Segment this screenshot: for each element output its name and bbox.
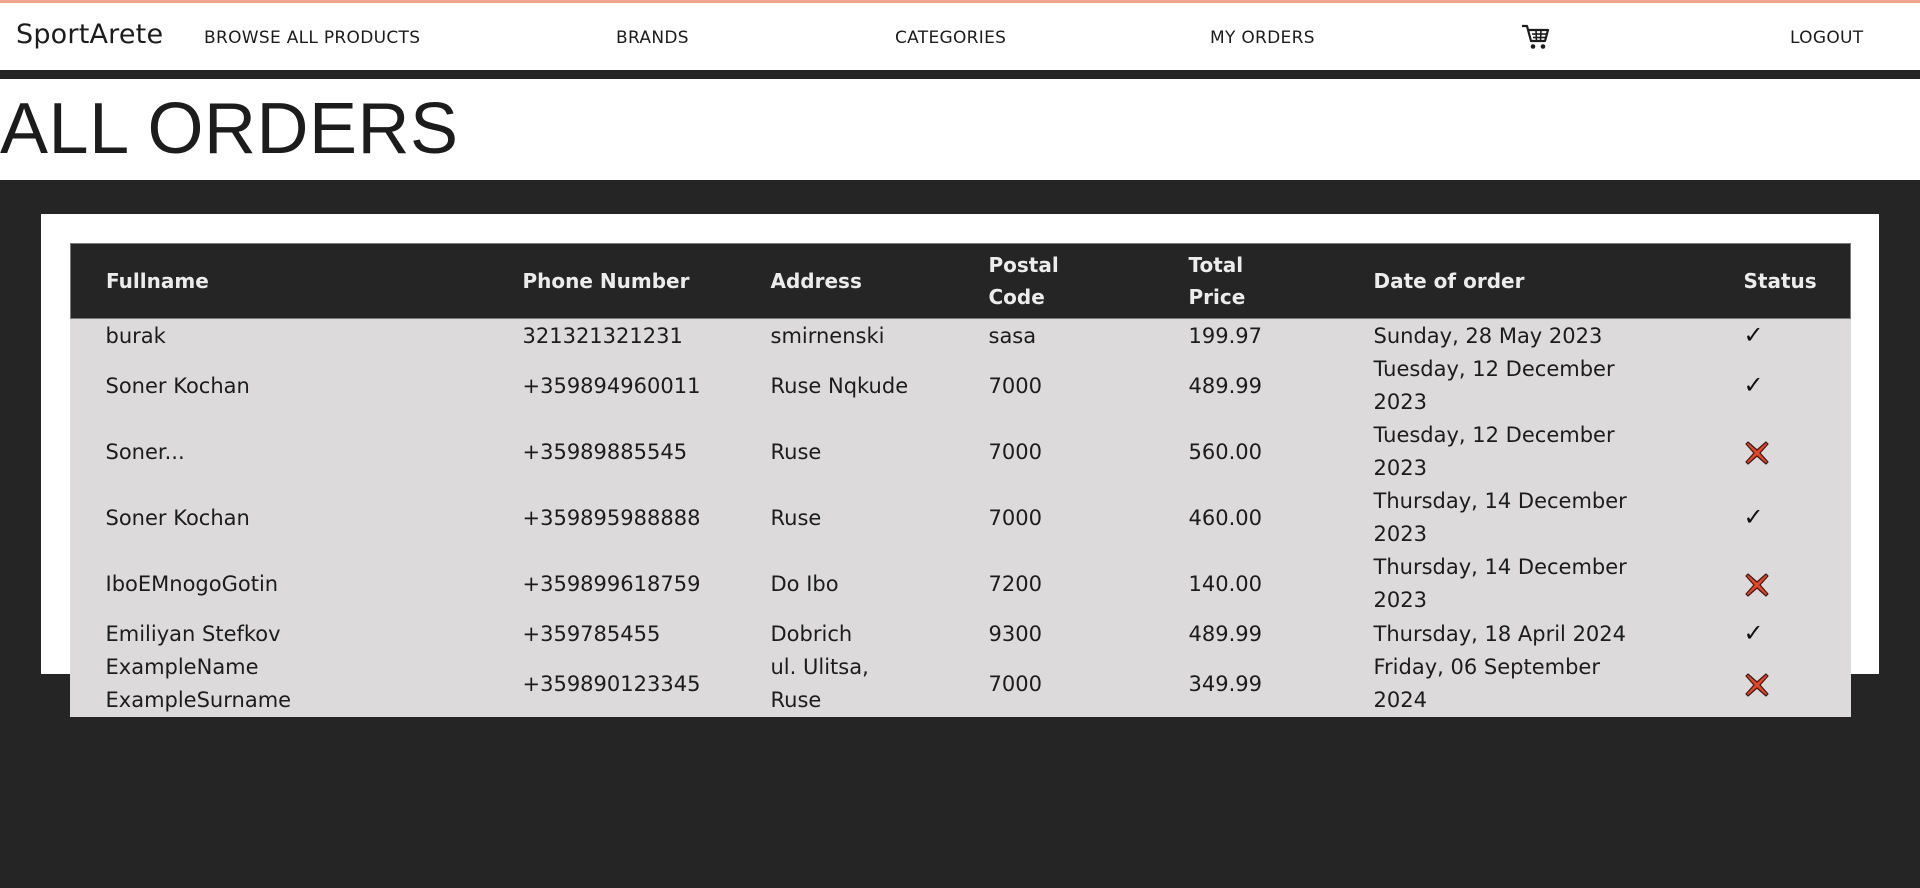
cell-fullname: burak	[105, 323, 166, 348]
cell-phone-number: +359895988888	[522, 505, 701, 530]
table-row: Soner Kochan +359895988888 Ruse 7000 460.00 T…	[71, 485, 1851, 551]
header-phone-number: Phone Number	[522, 269, 690, 293]
cell-postal-code: 7000	[988, 373, 1042, 398]
cell-fullname: Emiliyan Stefkov	[105, 621, 281, 646]
cell-fullname: Soner...	[105, 439, 185, 464]
orders-table: Fullname Phone Number Address Postal Cod…	[70, 243, 1851, 717]
cell-status: ✓	[1709, 353, 1851, 419]
cell-postal-code: 7000	[988, 439, 1042, 464]
cell-status	[1709, 551, 1851, 617]
cell-address: Ruse Nqkude	[770, 373, 909, 398]
cell-fullname: Soner Kochan	[105, 373, 250, 398]
cell-total-price: 349.99	[1188, 671, 1262, 696]
checkmark-icon: ✓	[1743, 371, 1764, 399]
red-x-icon	[1744, 572, 1770, 598]
cell-phone-number: +35989885545	[522, 439, 688, 464]
table-row: burak 321321321231 smirnenski sasa 199.97 Sun…	[71, 319, 1851, 354]
nav-my-orders[interactable]: MY ORDERS	[1210, 28, 1315, 48]
shopping-cart-icon[interactable]	[1521, 23, 1551, 51]
cell-date-of-order: Thursday, 14 December 2023	[1373, 555, 1627, 612]
header-fullname: Fullname	[106, 269, 209, 293]
cell-date-of-order: Tuesday, 12 December 2023	[1373, 357, 1615, 414]
cell-postal-code: 9300	[988, 621, 1042, 646]
checkmark-icon: ✓	[1743, 321, 1764, 349]
cell-phone-number: +359894960011	[522, 373, 701, 398]
cell-address: Ruse	[770, 439, 822, 464]
cell-address: ul. Ulitsa, Ruse	[770, 655, 869, 712]
table-row: ExampleName ExampleSurname +359890123345 u…	[71, 651, 1851, 717]
cell-date-of-order: Thursday, 18 April 2024	[1373, 621, 1627, 646]
cell-postal-code: sasa	[988, 323, 1037, 348]
table-row: Soner Kochan +359894960011 Ruse Nqkude 7000…	[71, 353, 1851, 419]
nav-browse-all-products[interactable]: BROWSE ALL PRODUCTS	[204, 28, 420, 48]
cell-phone-number: +359890123345	[522, 671, 701, 696]
table-row: IboEMnogoGotin +359899618759 Do Ibo 7200 140…	[71, 551, 1851, 617]
checkmark-icon: ✓	[1743, 503, 1764, 531]
brand-logo[interactable]: SportArete	[16, 19, 163, 50]
cell-total-price: 199.97	[1188, 323, 1262, 348]
cell-status	[1709, 419, 1851, 485]
cell-fullname: ExampleName ExampleSurname	[105, 655, 292, 712]
header-status: Status	[1743, 269, 1817, 293]
checkmark-icon: ✓	[1743, 619, 1764, 647]
page-title: ALL ORDERS	[0, 89, 459, 169]
cell-date-of-order: Tuesday, 12 December 2023	[1373, 423, 1615, 480]
cell-date-of-order: Thursday, 14 December 2023	[1373, 489, 1627, 546]
cell-address: Dobrich	[770, 621, 853, 646]
cell-status: ✓	[1709, 485, 1851, 551]
cell-total-price: 140.00	[1188, 571, 1262, 596]
cell-address: smirnenski	[770, 323, 885, 348]
red-x-icon	[1744, 672, 1770, 698]
header-address: Address	[770, 269, 862, 293]
nav-brands[interactable]: BRANDS	[616, 28, 689, 48]
cell-total-price: 460.00	[1188, 505, 1262, 530]
cell-phone-number: +359899618759	[522, 571, 701, 596]
cell-status	[1709, 651, 1851, 717]
logout-link[interactable]: LOGOUT	[1790, 28, 1863, 48]
cell-total-price: 489.99	[1188, 621, 1262, 646]
cell-date-of-order: Sunday, 28 May 2023	[1373, 323, 1603, 348]
cell-fullname: IboEMnogoGotin	[105, 571, 279, 596]
header-total-price: Total Price	[1188, 253, 1246, 309]
orders-card: Fullname Phone Number Address Postal Cod…	[41, 214, 1879, 717]
cell-address: Do Ibo	[770, 571, 839, 596]
header-postal-code: Postal Code	[988, 253, 1059, 309]
nav-divider	[0, 70, 1920, 79]
title-band: ALL ORDERS	[0, 79, 1920, 180]
cell-date-of-order: Friday, 06 September 2024	[1373, 655, 1600, 712]
cell-status: ✓	[1709, 319, 1851, 354]
table-header-row: Fullname Phone Number Address Postal Cod…	[70, 243, 1851, 319]
cell-total-price: 489.99	[1188, 373, 1262, 398]
navbar: SportArete BROWSE ALL PRODUCTS BRANDS CA…	[0, 3, 1920, 70]
cell-total-price: 560.00	[1188, 439, 1262, 464]
cell-fullname: Soner Kochan	[105, 505, 250, 530]
table-row: Soner... +35989885545 Ruse 7000 560.00 Tuesda…	[71, 419, 1851, 485]
header-date-of-order: Date of order	[1373, 269, 1525, 293]
nav-categories[interactable]: CATEGORIES	[895, 28, 1006, 48]
cell-address: Ruse	[770, 505, 822, 530]
cell-postal-code: 7000	[988, 671, 1042, 696]
cell-phone-number: +359785455	[522, 621, 661, 646]
cell-postal-code: 7000	[988, 505, 1042, 530]
cell-phone-number: 321321321231	[522, 323, 683, 348]
red-x-icon	[1744, 440, 1770, 466]
cell-postal-code: 7200	[988, 571, 1042, 596]
cell-status: ✓	[1709, 617, 1851, 651]
table-row: Emiliyan Stefkov +359785455 Dobrich 9300 489…	[71, 617, 1851, 651]
orders-table-body: burak 321321321231 smirnenski sasa 199.97 Sun…	[71, 319, 1851, 718]
